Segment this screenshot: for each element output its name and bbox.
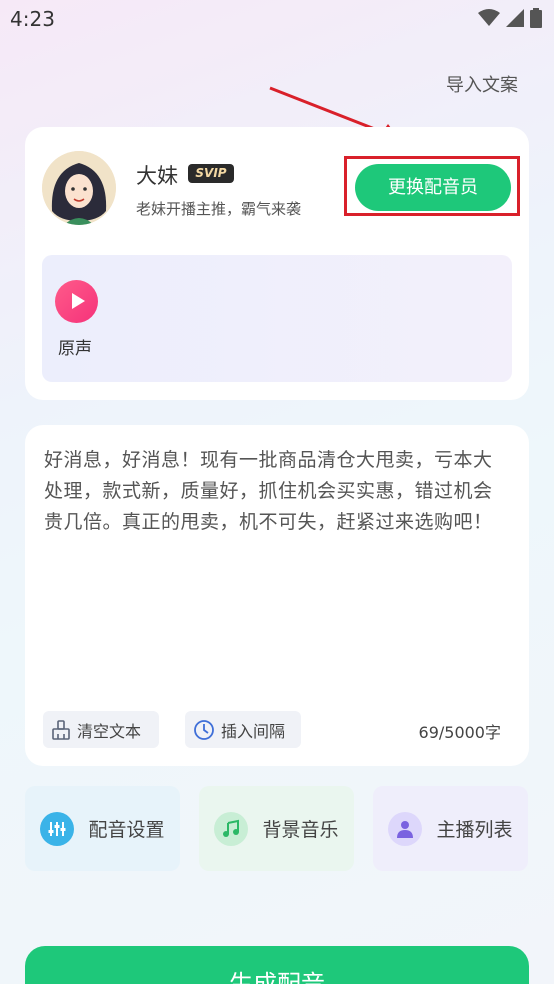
bgm-label: 背景音乐 xyxy=(262,819,339,841)
play-icon[interactable] xyxy=(55,280,98,323)
dub-settings-label: 配音设置 xyxy=(88,819,165,841)
import-script-link[interactable]: 导入文案 xyxy=(446,71,518,97)
insert-interval-button[interactable]: 插入间隔 xyxy=(185,711,301,748)
sample-label: 原声 xyxy=(58,339,92,359)
anchor-list-button[interactable]: 主播列表 xyxy=(373,786,528,871)
dub-settings-button[interactable]: 配音设置 xyxy=(25,786,180,871)
voice-name: 大妹 xyxy=(136,164,178,188)
bgm-button[interactable]: 背景音乐 xyxy=(199,786,354,871)
script-textarea[interactable]: 好消息，好消息！现有一批商品清仓大甩卖，亏本大处理，款式新，质量好，抓住机会买实… xyxy=(44,445,504,538)
script-card: 好消息，好消息！现有一批商品清仓大甩卖，亏本大处理，款式新，质量好，抓住机会买实… xyxy=(25,425,529,766)
battery-icon xyxy=(530,8,542,28)
status-bar: 4:23 xyxy=(0,0,554,40)
status-time: 4:23 xyxy=(10,7,55,31)
wifi-icon xyxy=(478,9,500,26)
anchor-list-label: 主播列表 xyxy=(436,819,513,841)
voice-card: 大妹 SVIP 老妹开播主推，霸气来袭 更换配音员 原声 xyxy=(25,127,529,400)
person-icon xyxy=(388,811,423,846)
signal-icon xyxy=(506,9,524,27)
equalizer-icon xyxy=(40,811,75,846)
clock-icon xyxy=(194,719,214,740)
generate-voice-button[interactable]: 生成配音 xyxy=(25,946,529,984)
clear-text-label: 清空文本 xyxy=(77,721,142,741)
char-count: 69/5000字 xyxy=(418,723,501,742)
status-icons xyxy=(478,8,542,28)
sample-area: 原声 xyxy=(42,255,512,382)
change-voice-button[interactable]: 更换配音员 xyxy=(355,164,511,211)
broom-icon xyxy=(52,719,70,740)
music-note-icon xyxy=(214,811,249,846)
voice-description: 老妹开播主推，霸气来袭 xyxy=(136,200,302,218)
clear-text-button[interactable]: 清空文本 xyxy=(43,711,159,748)
insert-interval-label: 插入间隔 xyxy=(221,721,286,741)
svip-badge: SVIP xyxy=(188,164,234,183)
voice-avatar[interactable] xyxy=(42,151,116,225)
